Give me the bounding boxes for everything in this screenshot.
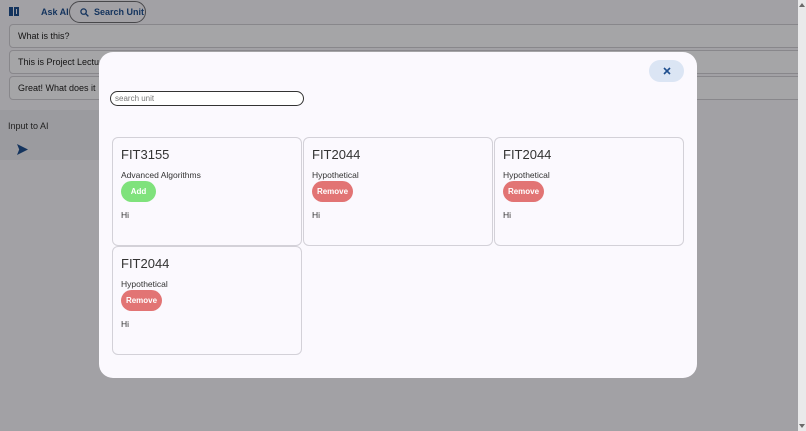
unit-description: Hi [312, 210, 321, 220]
unit-code: FIT2044 [503, 147, 552, 162]
unit-code: FIT2044 [312, 147, 361, 162]
scroll-up-arrow-icon[interactable] [799, 3, 805, 7]
close-button[interactable] [649, 60, 684, 82]
search-unit-input[interactable] [110, 91, 304, 106]
unit-name: Advanced Algorithms [121, 170, 201, 180]
add-unit-button[interactable]: Add [121, 181, 156, 202]
unit-code: FIT2044 [121, 256, 170, 271]
unit-card: FIT2044 Hypothetical Remove Hi [112, 246, 302, 355]
unit-description: Hi [503, 210, 512, 220]
remove-unit-button[interactable]: Remove [503, 181, 544, 202]
unit-card: FIT3155 Advanced Algorithms Add Hi [112, 137, 302, 246]
close-icon [662, 67, 671, 75]
remove-unit-button[interactable]: Remove [121, 290, 162, 311]
unit-description: Hi [121, 210, 130, 220]
unit-description: Hi [121, 319, 130, 329]
unit-code: FIT3155 [121, 147, 170, 162]
search-unit-dialog: FIT3155 Advanced Algorithms Add Hi FIT20… [99, 52, 697, 378]
unit-name: Hypothetical [503, 170, 550, 180]
scroll-down-arrow-icon[interactable] [799, 424, 805, 428]
remove-unit-button[interactable]: Remove [312, 181, 353, 202]
unit-card: FIT2044 Hypothetical Remove Hi [303, 137, 493, 246]
scrollbar[interactable] [798, 0, 806, 431]
unit-name: Hypothetical [312, 170, 359, 180]
unit-card: FIT2044 Hypothetical Remove Hi [494, 137, 684, 246]
unit-name: Hypothetical [121, 279, 168, 289]
